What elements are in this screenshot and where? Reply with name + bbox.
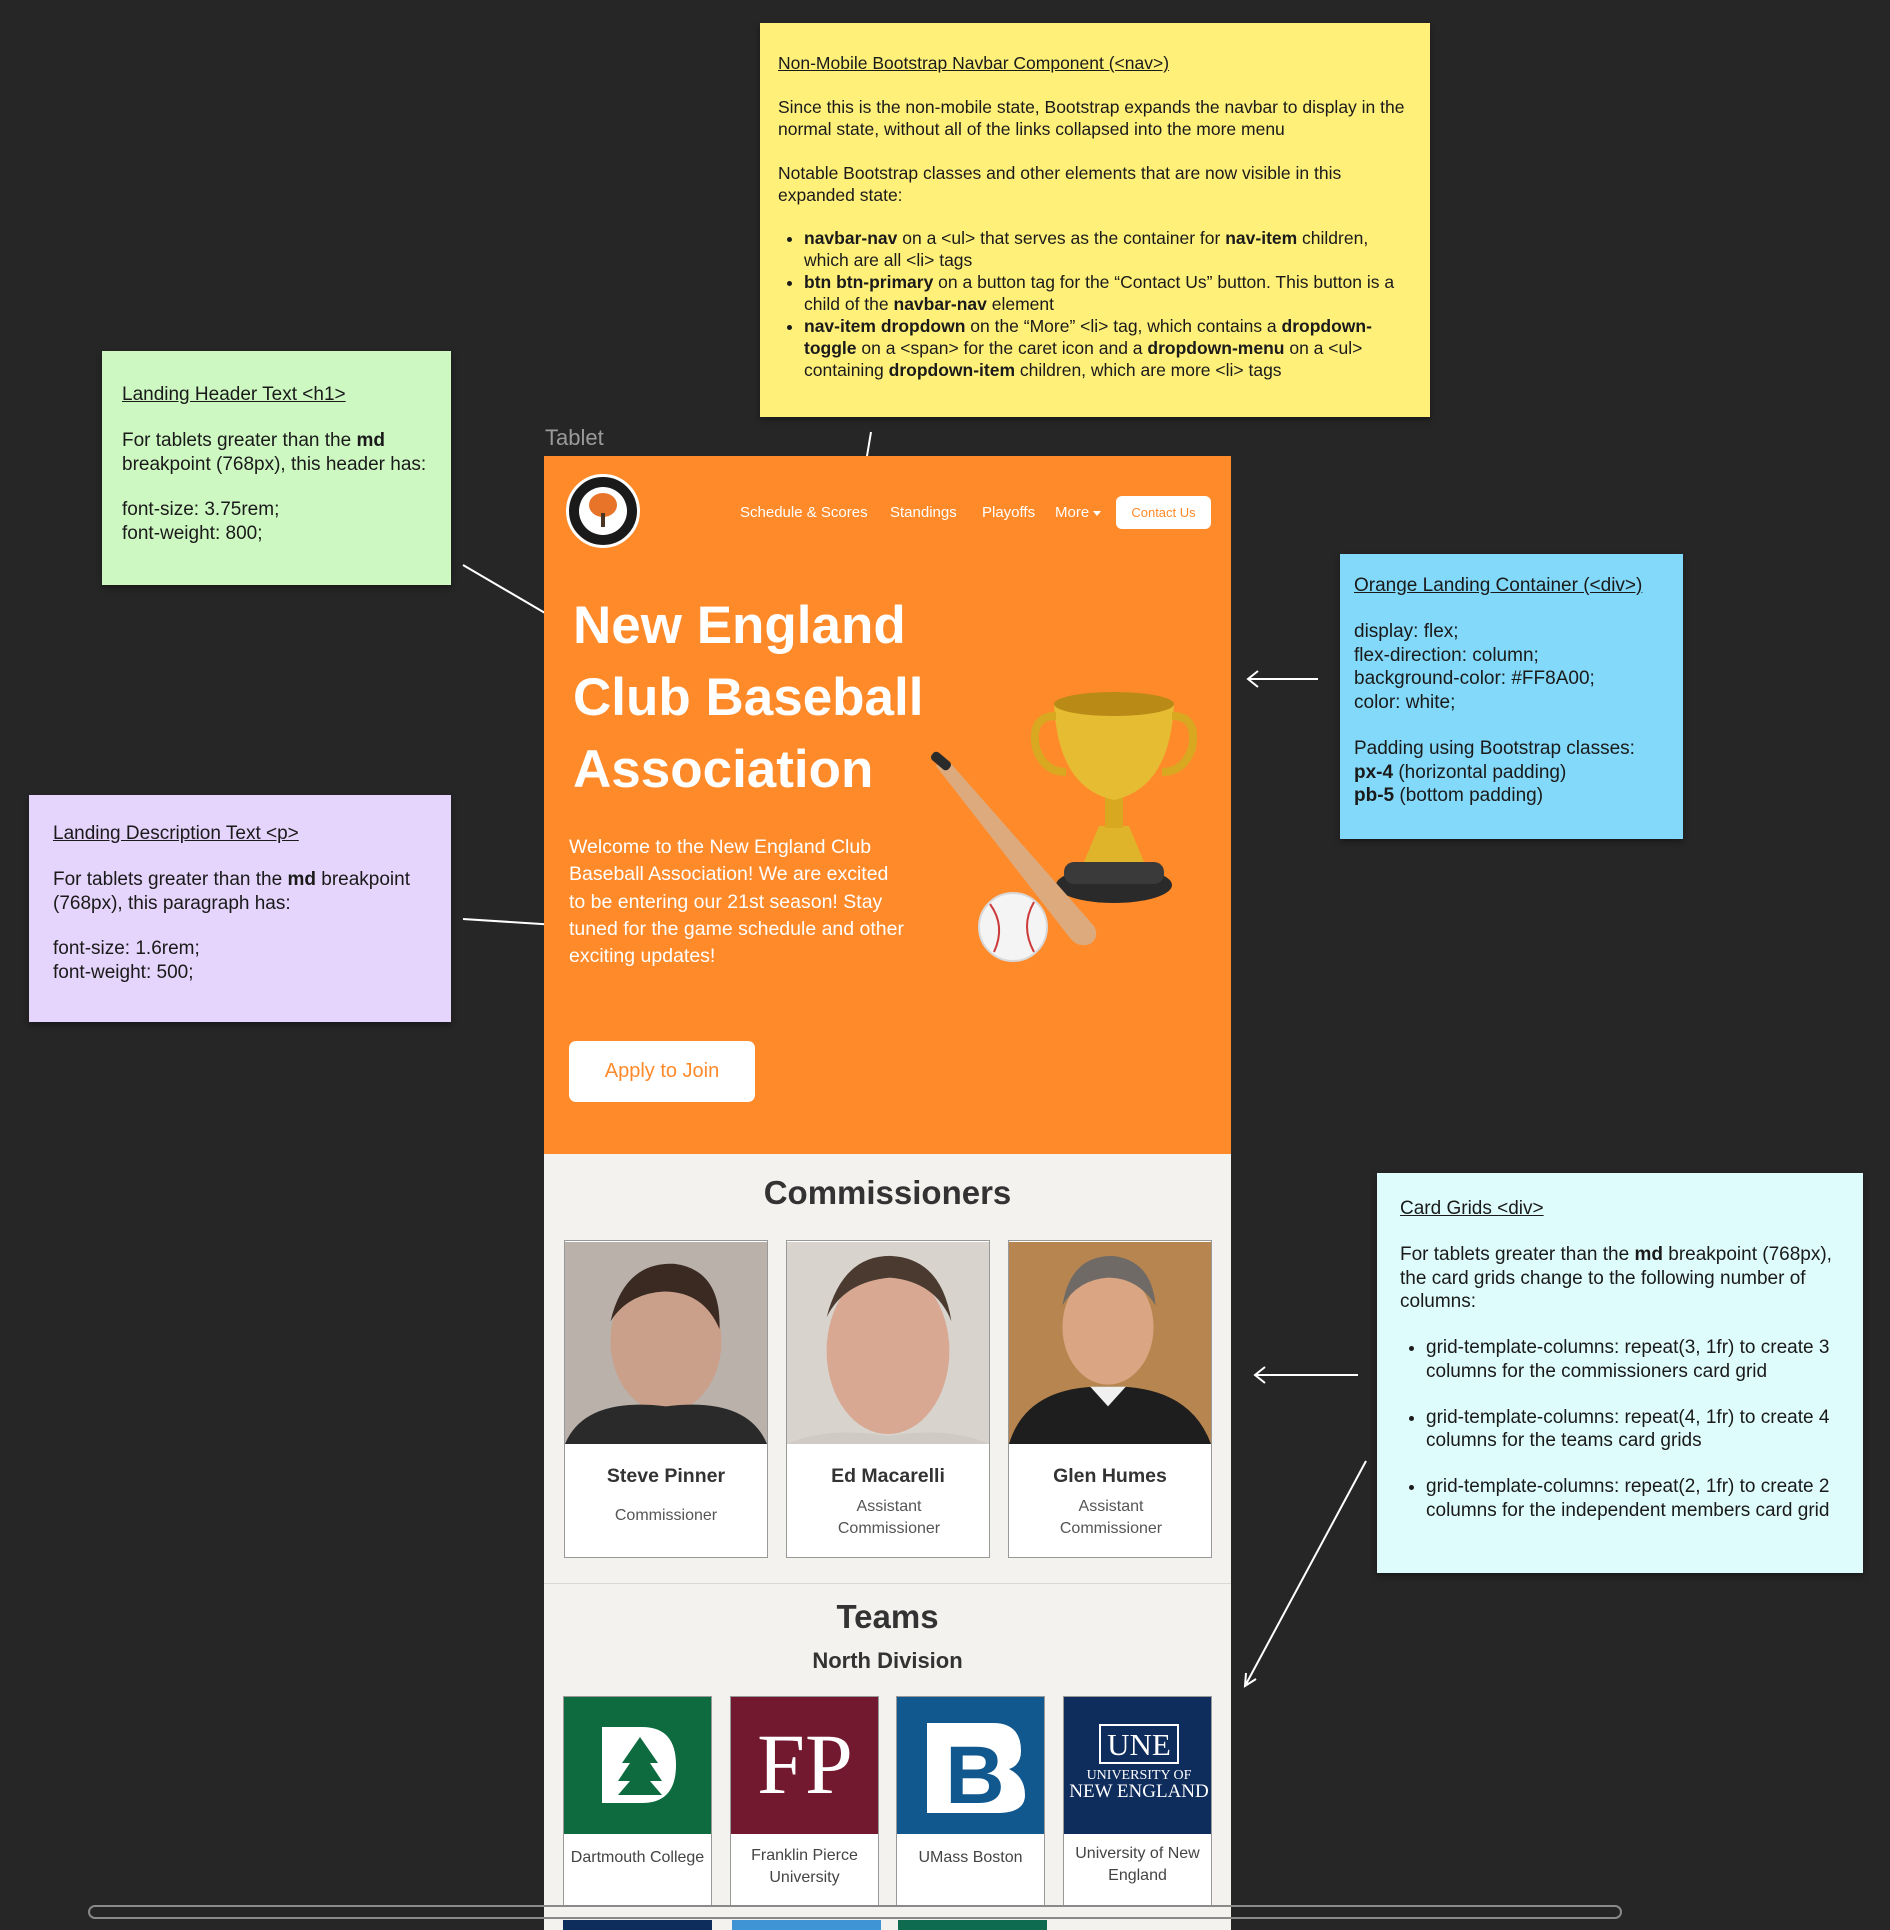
tablet-frame: Schedule & Scores Standings Playoffs Mor… (544, 456, 1231, 1930)
note-list-item: grid-template-columns: repeat(4, 1fr) to… (1426, 1406, 1840, 1454)
teams-heading: Teams (836, 1598, 939, 1635)
note-value: color: white; (1354, 692, 1456, 713)
landing-container: Schedule & Scores Standings Playoffs Mor… (544, 456, 1231, 1154)
commissioner-photo (787, 1242, 989, 1444)
note-title: Orange Landing Container (<div>) (1354, 575, 1643, 596)
note-list-item: grid-template-columns: repeat(3, 1fr) to… (1426, 1336, 1840, 1384)
dartmouth-logo (564, 1697, 711, 1834)
commissioner-card: Steve Pinner Commissioner (564, 1240, 768, 1558)
note-title: Landing Header Text <h1> (122, 384, 346, 405)
note-title: Landing Description Text <p> (53, 823, 299, 844)
nav-link-playoffs[interactable]: Playoffs (982, 504, 1035, 521)
commissioner-name: Ed Macarelli (831, 1465, 945, 1487)
frame-label: Tablet (545, 425, 604, 450)
note-title: Non-Mobile Bootstrap Navbar Component (<… (778, 53, 1170, 73)
trophy-bat-ball-illustration (930, 692, 1197, 962)
nav-more-label: More (1055, 504, 1090, 521)
landing-container-annotation-note: Orange Landing Container (<div>) display… (1340, 554, 1683, 839)
nav-link-standings[interactable]: Standings (890, 504, 957, 521)
card-grids-annotation-note: Card Grids <div> For tablets greater tha… (1377, 1173, 1863, 1573)
commissioner-name: Glen Humes (1053, 1465, 1167, 1487)
team-card-partial (563, 1920, 712, 1930)
team-name: Dartmouth College (570, 1849, 705, 1866)
commissioner-role: Commissioner (614, 1507, 718, 1524)
note-value: font-weight: 500; (53, 962, 194, 983)
section-divider (544, 1583, 1231, 1584)
horizontal-scrollbar[interactable] (88, 1905, 1622, 1919)
note-value: font-size: 1.6rem; (53, 938, 200, 960)
division-heading: North Division (812, 1648, 963, 1673)
contact-us-button[interactable]: Contact Us (1116, 496, 1211, 529)
nav-link-schedule-scores[interactable]: Schedule & Scores (740, 504, 868, 521)
note-value: font-size: 3.75rem; (122, 499, 280, 521)
note-title: Card Grids <div> (1400, 1198, 1544, 1219)
title-line: Association (573, 740, 874, 799)
trophy-icon (1031, 692, 1197, 903)
note-text: For tablets greater than the md breakpoi… (1400, 1243, 1832, 1313)
note-value: font-weight: 800; (122, 523, 263, 544)
team-card[interactable]: B UMass Boston (896, 1696, 1045, 1907)
logo-text: FP (757, 1716, 853, 1812)
baseball-icon (978, 892, 1048, 962)
une-logo: UNE UNIVERSITY OF NEW ENGLAND (1064, 1697, 1211, 1834)
commissioner-role: Assistant Commissioner (837, 1498, 941, 1537)
title-line: Club Baseball (573, 668, 924, 727)
logo-text: NEW ENGLAND (1069, 1781, 1209, 1802)
note-list: grid-template-columns: repeat(3, 1fr) to… (1400, 1336, 1840, 1523)
logo-text: UNE (1107, 1727, 1171, 1762)
header-text-annotation-note: Landing Header Text <h1> For tablets gre… (102, 351, 451, 585)
description-text-annotation-note: Landing Description Text <p> For tablets… (29, 795, 451, 1022)
commissioner-photo (565, 1242, 767, 1444)
note-text: For tablets greater than the md breakpoi… (53, 868, 410, 914)
note-value: Padding using Bootstrap classes: (1354, 737, 1635, 759)
franklin-pierce-logo: FP (731, 1697, 878, 1834)
team-name: UMass Boston (918, 1849, 1023, 1866)
team-name: Franklin Pierce University (751, 1847, 858, 1886)
note-list-item: grid-template-columns: repeat(2, 1fr) to… (1426, 1475, 1840, 1523)
commissioner-photo (1009, 1242, 1211, 1444)
note-list-item: navbar-nav on a <ul> that serves as the … (804, 228, 1412, 272)
note-list: navbar-nav on a <ul> that serves as the … (778, 228, 1412, 381)
logo-text: B (945, 1730, 1004, 1821)
note-list-item: btn btn-primary on a button tag for the … (804, 272, 1412, 316)
landing-description: Welcome to the New England Club Baseball… (569, 836, 904, 968)
note-text: Notable Bootstrap classes and other elem… (778, 162, 1342, 205)
commissioners-heading: Commissioners (763, 1174, 1012, 1211)
title-line: New England (573, 596, 906, 655)
note-value: pb-5 (bottom padding) (1354, 785, 1544, 807)
team-card[interactable]: FP Franklin Pierce University (730, 1696, 879, 1907)
note-text: For tablets greater than the md breakpoi… (122, 429, 427, 475)
team-card[interactable]: Dartmouth College (563, 1696, 712, 1907)
team-card-partial (732, 1920, 881, 1930)
note-list-item: nav-item dropdown on the “More” <li> tag… (804, 316, 1412, 382)
commissioner-role: Assistant Commissioner (1059, 1498, 1163, 1537)
commissioner-card: Glen Humes Assistant Commissioner (1008, 1240, 1212, 1558)
note-value: background-color: #FF8A00; (1354, 668, 1595, 690)
note-value: px-4 (horizontal padding) (1354, 761, 1567, 783)
navbar-annotation-note: Non-Mobile Bootstrap Navbar Component (<… (760, 23, 1430, 417)
nav-dropdown-more[interactable]: More (1055, 504, 1102, 521)
commissioner-name: Steve Pinner (606, 1465, 726, 1487)
team-card[interactable]: UNE UNIVERSITY OF NEW ENGLAND University… (1063, 1696, 1212, 1907)
commissioner-card: Ed Macarelli Assistant Commissioner (786, 1240, 990, 1558)
umass-boston-logo: B (897, 1697, 1044, 1834)
note-text: Since this is the non-mobile state, Boot… (778, 96, 1405, 139)
note-value: display: flex; (1354, 620, 1459, 642)
apply-to-join-button[interactable]: Apply to Join (569, 1041, 755, 1102)
note-value: flex-direction: column; (1354, 644, 1539, 666)
league-logo[interactable] (566, 474, 640, 548)
team-name: University of New England (1075, 1845, 1200, 1884)
team-card-partial (898, 1920, 1047, 1930)
caret-down-icon (1093, 510, 1102, 516)
